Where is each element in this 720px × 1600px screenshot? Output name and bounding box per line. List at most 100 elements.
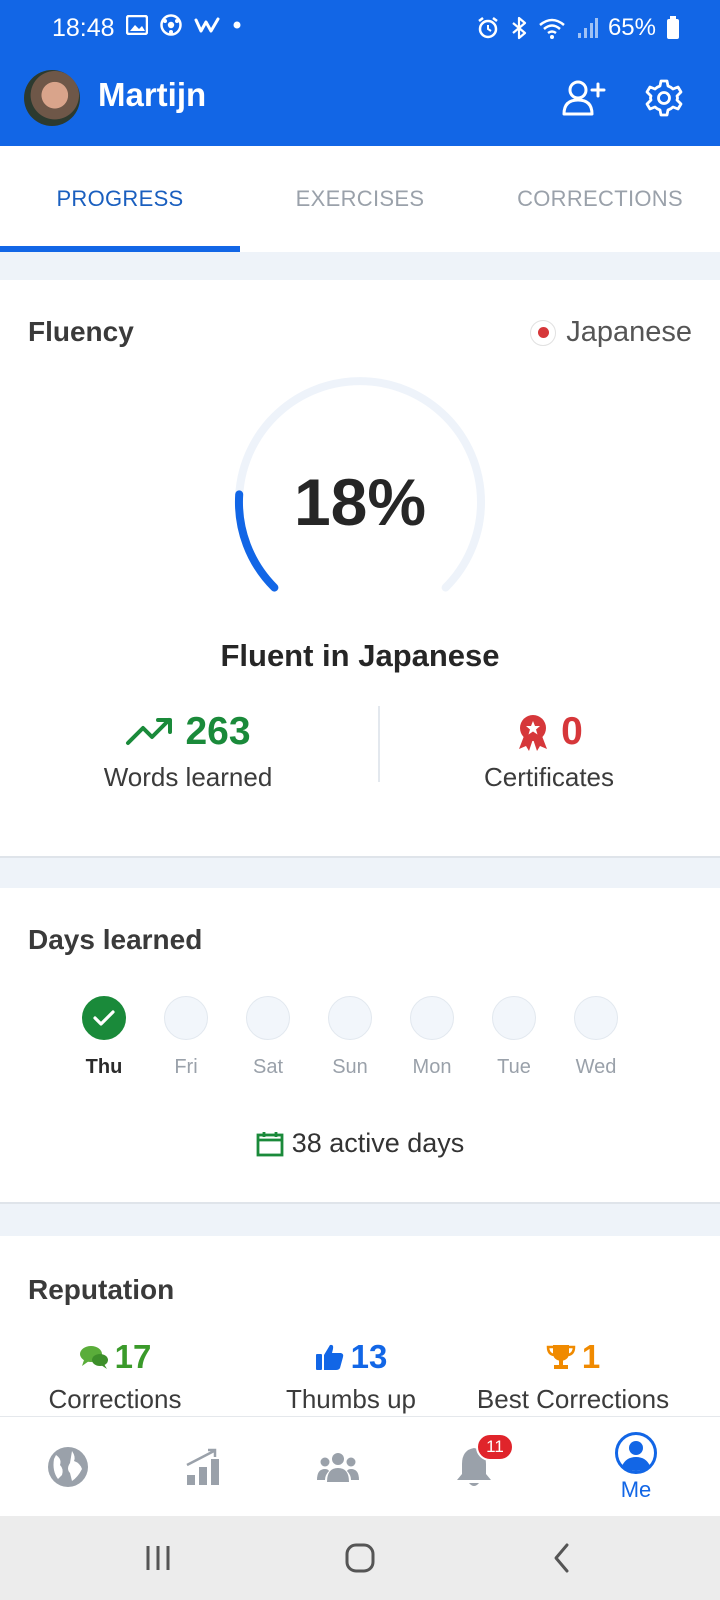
- day-label: Fri: [174, 1056, 198, 1078]
- day-empty-indicator: [410, 996, 454, 1040]
- battery-icon: [667, 16, 679, 39]
- status-time: 18:48: [52, 14, 115, 42]
- check-icon: [93, 1010, 115, 1026]
- words-learned-value: 263: [185, 710, 251, 753]
- nav-notifications[interactable]: 11: [424, 1417, 524, 1517]
- day-empty-indicator: [164, 996, 208, 1040]
- tab-progress[interactable]: PROGRESS: [0, 146, 240, 252]
- day-empty-indicator: [328, 996, 372, 1040]
- w-app-icon: [194, 17, 220, 33]
- day-completed-indicator: [82, 996, 126, 1040]
- day-item: Wed: [574, 996, 618, 1079]
- thumbs-up-value: 13: [350, 1338, 388, 1375]
- nav-me-label: Me: [620, 1477, 652, 1502]
- system-navigation-bar: [0, 1516, 720, 1600]
- thumbs-up-label: Thumbs up: [285, 1384, 417, 1414]
- corrections-value: 17: [114, 1338, 152, 1375]
- tab-bar: PROGRESS EXERCISES CORRECTIONS: [0, 146, 720, 252]
- stats-divider: [378, 706, 380, 782]
- corrections-label: Corrections: [48, 1384, 182, 1414]
- community-icon: [317, 1453, 359, 1482]
- certificates-label: Certificates: [483, 762, 615, 792]
- day-item: Fri: [164, 996, 208, 1079]
- bottom-navigation: 11 Me: [0, 1416, 720, 1516]
- add-friend-icon: [562, 80, 606, 116]
- day-item: Mon: [410, 996, 454, 1079]
- japan-flag-icon: [530, 319, 557, 346]
- award-ribbon-icon: [519, 715, 548, 751]
- me-icon: [615, 1432, 657, 1474]
- reputation-title: Reputation: [28, 1274, 175, 1305]
- avatar[interactable]: [24, 70, 80, 126]
- day-label: Thu: [85, 1056, 123, 1078]
- day-label: Tue: [497, 1056, 531, 1078]
- fluent-in-label: Fluent in Japanese: [220, 638, 500, 673]
- nav-study[interactable]: [154, 1417, 254, 1517]
- tab-corrections[interactable]: CORRECTIONS: [480, 146, 720, 252]
- days-row: Thu Fri Sat Sun Mon Tue Wed: [82, 996, 618, 1079]
- profile-username: Martijn: [98, 76, 207, 113]
- wifi-icon: [539, 18, 565, 39]
- words-learned-stat: 263 Words learned: [90, 710, 286, 793]
- recent-apps-button[interactable]: [128, 1534, 188, 1582]
- soccer-ball-icon: [160, 14, 182, 36]
- home-icon: [345, 1543, 375, 1573]
- settings-button[interactable]: [640, 74, 688, 122]
- thumbs-up-stat: 13 Thumbs up: [236, 1338, 466, 1415]
- alarm-icon: [478, 17, 498, 39]
- status-bar: 18:48 65%: [0, 0, 720, 58]
- globe-icon: [48, 1447, 88, 1487]
- bluetooth-icon: [512, 16, 527, 40]
- trophy-icon: [546, 1345, 576, 1369]
- dot-icon: [233, 21, 241, 29]
- best-corrections-label: Best Corrections: [476, 1384, 670, 1414]
- words-learned-label: Words learned: [103, 762, 273, 792]
- trending-up-icon: [126, 718, 173, 745]
- corrections-stat: 17 Corrections: [0, 1338, 230, 1415]
- recent-apps-icon: [146, 1546, 170, 1570]
- add-friend-button[interactable]: [560, 74, 608, 122]
- signal-icon: [577, 18, 598, 38]
- fluency-gauge: 18%: [234, 376, 486, 592]
- certificates-value: 0: [561, 710, 583, 753]
- day-label: Sun: [332, 1056, 368, 1078]
- day-empty-indicator: [492, 996, 536, 1040]
- chat-bubbles-icon: [79, 1346, 108, 1369]
- day-label: Sat: [252, 1056, 284, 1078]
- language-label: Japanese: [566, 316, 692, 348]
- notifications-badge: 11: [476, 1433, 514, 1461]
- certificates-stat: 0 Certificates: [440, 710, 658, 793]
- days-learned-card: Days learned Thu Fri Sat Sun Mon Tue Wed 38 ac…: [0, 888, 720, 1204]
- fluency-card: Fluency Japanese 18% Fluent in Japanese …: [0, 280, 720, 858]
- thumbs-up-icon: [315, 1344, 343, 1370]
- tab-exercises[interactable]: EXERCISES: [240, 146, 480, 252]
- best-corrections-stat: 1 Best Corrections: [448, 1338, 698, 1415]
- nav-community-globe[interactable]: [18, 1417, 118, 1517]
- day-item: Sun: [328, 996, 372, 1079]
- reputation-card: Reputation 17 Corrections 13 Thumbs up 1…: [0, 1236, 720, 1436]
- nav-community[interactable]: [288, 1417, 388, 1517]
- calendar-icon: [256, 1131, 284, 1156]
- best-corrections-value: 1: [581, 1338, 601, 1375]
- nav-me[interactable]: Me: [586, 1417, 686, 1517]
- home-button[interactable]: [330, 1534, 390, 1582]
- day-label: Mon: [412, 1056, 452, 1078]
- days-learned-title: Days learned: [28, 924, 203, 955]
- image-icon: [126, 15, 148, 35]
- day-item: Thu: [82, 996, 126, 1079]
- day-item: Sat: [246, 996, 290, 1079]
- day-empty-indicator: [574, 996, 618, 1040]
- fluency-title: Fluency: [28, 316, 134, 347]
- battery-percent: 65%: [607, 14, 656, 41]
- back-chevron-icon: [554, 1543, 569, 1573]
- active-days-label: 38 active days: [291, 1128, 465, 1158]
- app-header: Martijn: [0, 58, 720, 146]
- back-button[interactable]: [532, 1534, 592, 1582]
- day-item: Tue: [492, 996, 536, 1079]
- settings-gear-icon: [645, 79, 683, 117]
- language-selector[interactable]: Japanese: [530, 316, 692, 349]
- bar-chart-icon: [186, 1448, 219, 1485]
- active-days: 38 active days: [0, 1128, 720, 1159]
- active-tab-indicator: [0, 246, 240, 252]
- day-empty-indicator: [246, 996, 290, 1040]
